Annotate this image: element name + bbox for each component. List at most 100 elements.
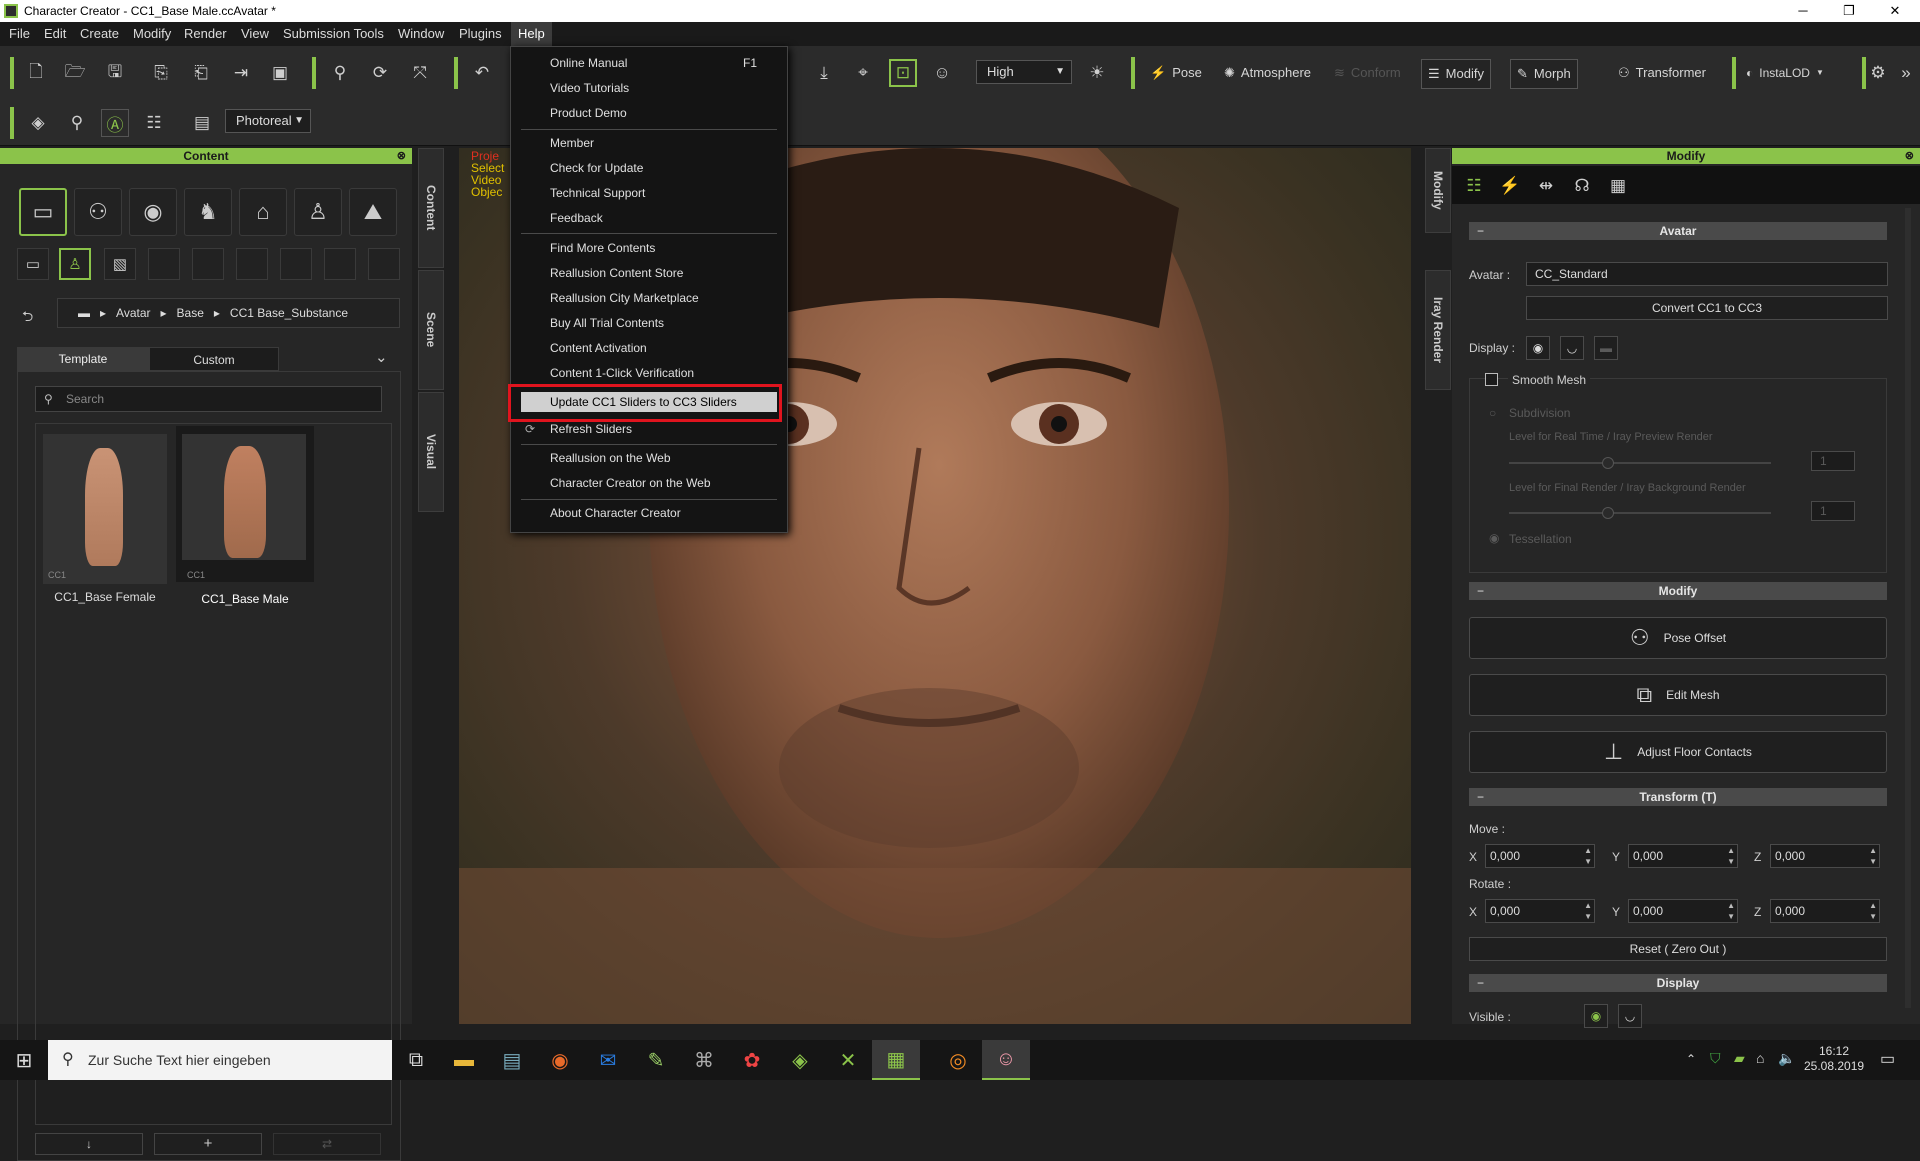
breadcrumb-item[interactable]: CC1 Base_Substance bbox=[230, 306, 348, 320]
menu-item-1-click-verification[interactable]: Content 1-Click Verification bbox=[511, 361, 787, 385]
menu-item-content-activation[interactable]: Content Activation bbox=[511, 336, 787, 360]
blender-icon[interactable]: ◎ bbox=[934, 1040, 982, 1080]
save-icon[interactable]: 🖫 bbox=[101, 59, 129, 87]
close-panel-icon[interactable]: ⊗ bbox=[397, 148, 406, 164]
material-tab-icon[interactable]: ▦ bbox=[1604, 172, 1632, 200]
menu-item-find-more-contents[interactable]: Find More Contents bbox=[511, 236, 787, 260]
hidden-eye-icon[interactable]: ◡ bbox=[1618, 1004, 1642, 1028]
scene-category-icon[interactable]: ⛰ bbox=[349, 188, 397, 236]
menu-submission-tools[interactable]: Submission Tools bbox=[276, 22, 391, 46]
rotate-tool-icon[interactable]: ⟳ bbox=[366, 59, 394, 87]
menu-plugins[interactable]: Plugins bbox=[452, 22, 509, 46]
accessory-category-icon[interactable]: ⌂ bbox=[239, 188, 287, 236]
expression-icon[interactable]: ☺ bbox=[928, 59, 956, 87]
menu-item-cc-web[interactable]: Character Creator on the Web bbox=[511, 471, 787, 495]
morph-category-icon[interactable]: ⚇ bbox=[74, 188, 122, 236]
settings-sliders-icon[interactable]: ☷ bbox=[140, 109, 168, 137]
base-avatar-icon[interactable]: ♙ bbox=[59, 248, 91, 280]
spinner-arrows-icon[interactable]: ▲ ▼ bbox=[1584, 900, 1592, 922]
empty-slot[interactable] bbox=[324, 248, 356, 280]
windows-start-icon[interactable]: ⊞ bbox=[0, 1040, 48, 1080]
menu-item-buy-all-trial[interactable]: Buy All Trial Contents bbox=[511, 311, 787, 335]
menu-window[interactable]: Window bbox=[391, 22, 451, 46]
export-icon[interactable]: ⎗ bbox=[187, 59, 215, 87]
final-slider-track[interactable] bbox=[1509, 512, 1771, 514]
plugin-icon[interactable]: ⚙ bbox=[1864, 59, 1892, 87]
calendar-icon[interactable]: ▤ bbox=[188, 109, 216, 137]
rotate-x-input[interactable]: 0,000 ▲ ▼ bbox=[1485, 899, 1595, 923]
morph-slider-tab-icon[interactable]: ⇹ bbox=[1532, 172, 1560, 200]
tray-security-icon[interactable]: ⛉ bbox=[1710, 1050, 1721, 1067]
transformer-button[interactable]: ⚇ Transformer bbox=[1612, 59, 1712, 87]
menu-item-city-marketplace[interactable]: Reallusion City Marketplace bbox=[511, 286, 787, 310]
list-item[interactable]: CC1 CC1_Base Female bbox=[43, 434, 167, 604]
instalod-button[interactable]: ◐ InstaLOD ▼ bbox=[1740, 59, 1830, 87]
visible-eye-icon[interactable]: ◉ bbox=[1584, 1004, 1608, 1028]
frame-icon[interactable]: ⊡ bbox=[889, 59, 917, 87]
convert-cc1-to-cc3-button[interactable]: Convert CC1 to CC3 bbox=[1526, 296, 1888, 320]
reset-zero-out-button[interactable]: Reset ( Zero Out ) bbox=[1469, 937, 1887, 961]
menu-file[interactable]: File bbox=[2, 22, 37, 46]
face-tab-icon[interactable]: ☊ bbox=[1568, 172, 1596, 200]
move-z-input[interactable]: 0,000 ▲ ▼ bbox=[1770, 844, 1880, 868]
display-mode-icon[interactable]: ▬ bbox=[1594, 336, 1618, 360]
side-tab-visual[interactable]: Visual bbox=[418, 392, 444, 512]
transform-section-header[interactable]: − Transform (T) bbox=[1469, 788, 1887, 806]
3dxchange-icon[interactable]: ✕ bbox=[824, 1040, 872, 1080]
tray-network-icon[interactable]: ⌂ bbox=[1756, 1050, 1764, 1066]
back-arrow-icon[interactable]: ⮌ bbox=[22, 306, 33, 330]
undo-icon[interactable]: ↶ bbox=[468, 59, 496, 87]
final-slider-handle[interactable] bbox=[1602, 507, 1614, 519]
breadcrumb-item[interactable]: Avatar bbox=[116, 306, 150, 320]
menu-item-check-for-update[interactable]: Check for Update bbox=[511, 156, 787, 180]
menu-modify[interactable]: Modify bbox=[126, 22, 178, 46]
character-creator-icon[interactable]: ▦ bbox=[872, 1040, 920, 1080]
empty-slot[interactable] bbox=[368, 248, 400, 280]
camera-down-icon[interactable]: ⤓ bbox=[810, 59, 838, 87]
empty-slot[interactable] bbox=[192, 248, 224, 280]
maximize-button[interactable]: ❐ bbox=[1826, 0, 1872, 22]
menu-item-member[interactable]: Member bbox=[511, 131, 787, 155]
tray-chevron-icon[interactable]: ⌃ bbox=[1686, 1052, 1696, 1066]
panel-scrollbar[interactable] bbox=[1905, 208, 1911, 1008]
scene-object-icon[interactable]: ◈ bbox=[24, 109, 52, 137]
menu-item-online-manual[interactable]: Online Manual F1 bbox=[511, 51, 787, 75]
pose-category-icon[interactable]: ♙ bbox=[294, 188, 342, 236]
realtime-slider-handle[interactable] bbox=[1602, 457, 1614, 469]
side-tab-content[interactable]: Content bbox=[418, 148, 444, 268]
scale-tool-icon[interactable]: ⤧ bbox=[406, 59, 434, 87]
realtime-slider-track[interactable] bbox=[1509, 462, 1771, 464]
search-input[interactable]: ⚲ Search bbox=[35, 386, 382, 412]
menu-item-about[interactable]: About Character Creator bbox=[511, 501, 787, 525]
spinner-arrows-icon[interactable]: ▲ ▼ bbox=[1869, 900, 1877, 922]
spinner-arrows-icon[interactable]: ▲ ▼ bbox=[1727, 900, 1735, 922]
menu-item-feedback[interactable]: Feedback bbox=[511, 206, 787, 230]
render-mode-dropdown[interactable]: Photoreal ▼ bbox=[225, 109, 311, 133]
zoom-search-icon[interactable]: ⚲ bbox=[63, 109, 91, 137]
mail-icon[interactable]: ✉ bbox=[584, 1040, 632, 1080]
folder-icon[interactable]: ▭ bbox=[17, 248, 49, 280]
notepad-icon[interactable]: ▤ bbox=[488, 1040, 536, 1080]
spinner-arrows-icon[interactable]: ▲ ▼ bbox=[1727, 845, 1735, 867]
tray-volume-icon[interactable]: 🔈 bbox=[1778, 1050, 1795, 1067]
menu-edit[interactable]: Edit bbox=[37, 22, 73, 46]
attributes-tab-icon[interactable]: ☷ bbox=[1460, 172, 1488, 200]
rotate-z-input[interactable]: 0,000 ▲ ▼ bbox=[1770, 899, 1880, 923]
fit-view-icon[interactable]: ⌖ bbox=[849, 59, 877, 87]
render-icon[interactable]: ▣ bbox=[266, 59, 294, 87]
firefox-icon[interactable]: ◉ bbox=[536, 1040, 584, 1080]
menu-item-content-store[interactable]: Reallusion Content Store bbox=[511, 261, 787, 285]
minimize-button[interactable]: ─ bbox=[1780, 0, 1826, 22]
empty-slot[interactable] bbox=[280, 248, 312, 280]
conform-button[interactable]: ≋ Conform bbox=[1328, 59, 1407, 87]
final-level-input[interactable]: 1 bbox=[1811, 501, 1855, 521]
download-icon[interactable]: ↓ bbox=[35, 1133, 143, 1155]
open-folder-icon[interactable]: 🗁 bbox=[61, 59, 89, 87]
menu-create[interactable]: Create bbox=[73, 22, 126, 46]
edit-mesh-button[interactable]: ⧉ Edit Mesh bbox=[1469, 674, 1887, 716]
cloth-category-icon[interactable]: ♞ bbox=[184, 188, 232, 236]
iclone-icon[interactable]: ◈ bbox=[776, 1040, 824, 1080]
skin-category-icon[interactable]: ◉ bbox=[129, 188, 177, 236]
menu-item-reallusion-web[interactable]: Reallusion on the Web bbox=[511, 446, 787, 470]
close-panel-icon[interactable]: ⊗ bbox=[1905, 148, 1914, 164]
